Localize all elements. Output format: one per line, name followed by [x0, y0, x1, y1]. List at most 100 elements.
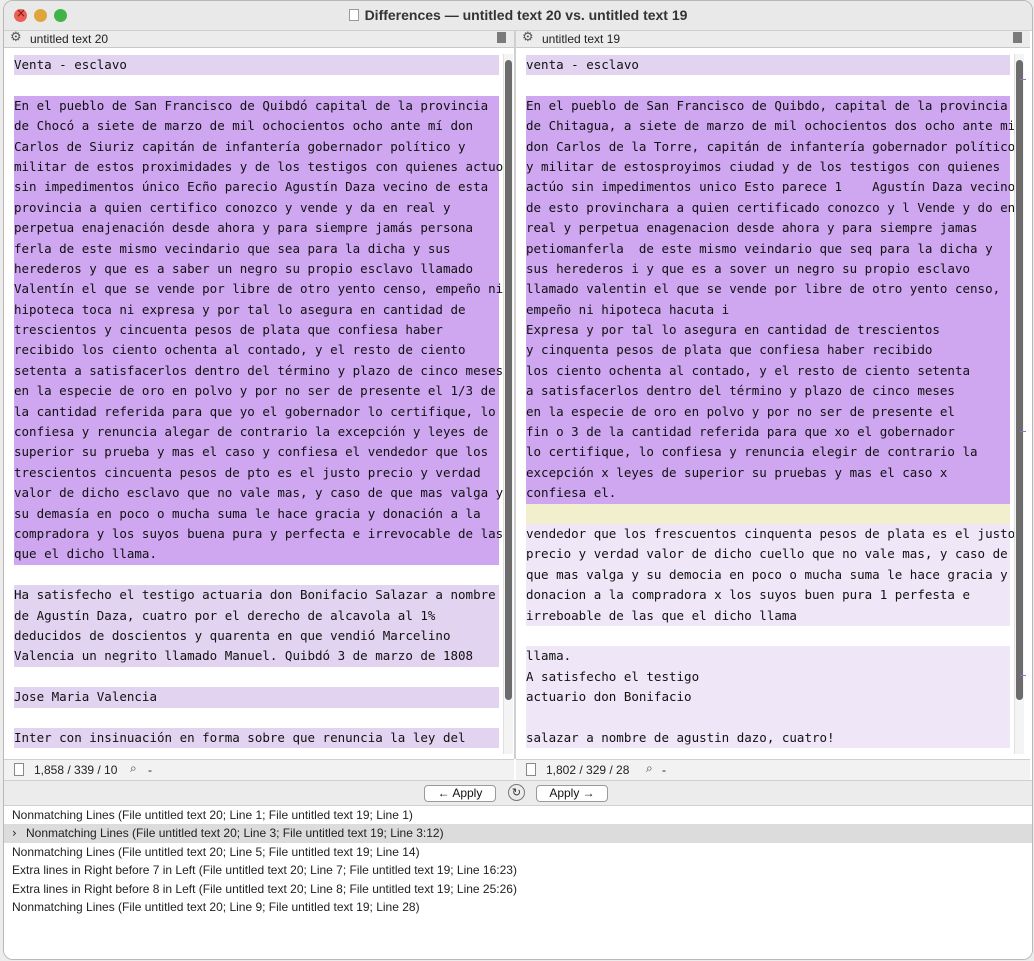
left-text-line[interactable]: Ha satisfecho el testigo actuaria don Bo…	[14, 585, 499, 606]
apply-left-button[interactable]: ← Apply	[424, 785, 496, 802]
left-text-line[interactable]: Carlos de Siuriz capitán de infantería g…	[14, 136, 499, 157]
left-text-line[interactable]: recibido los ciento ochenta al contado, …	[14, 340, 499, 361]
gear-icon[interactable]: ⚙	[10, 30, 22, 45]
diff-marker	[1020, 79, 1026, 80]
right-text-line[interactable]: a satisfacerlos dentro del término y pla…	[526, 381, 1010, 402]
left-text-line[interactable]: de Chocó a siete de marzo de mil ochocie…	[14, 116, 499, 137]
difference-row[interactable]: Nonmatching Lines (File untitled text 20…	[4, 843, 1032, 861]
left-text-line[interactable]: confiesa y renuncia alegar de contrario …	[14, 422, 499, 443]
left-text-line[interactable]: perpetua enajenación desde ahora y para …	[14, 218, 499, 239]
right-stats: 1,802 / 329 / 28	[546, 763, 630, 777]
right-text-line[interactable]: venta - esclavo	[526, 55, 1010, 76]
right-text-line[interactable]: llama.	[526, 646, 1010, 667]
left-text-line[interactable]: Valentín el que se vende por libre de ot…	[14, 279, 503, 300]
right-text-line[interactable]: llamado valentin el que se vende por lib…	[526, 279, 1010, 300]
right-scroll-thumb[interactable]	[1016, 60, 1023, 700]
left-text-line[interactable]: sin impedimentos único Eсño parecio Agus…	[14, 177, 499, 198]
search-icon[interactable]: ⌕	[646, 761, 653, 776]
left-text-line[interactable]: que el dicho llama.	[14, 544, 499, 565]
left-text-line[interactable]: superior su prueba y mas el caso y confi…	[14, 442, 499, 463]
right-text-line[interactable]: don Carlos de la Torre, capitán de infan…	[526, 136, 1015, 157]
right-text-line[interactable]: A satisfecho el testigo	[526, 666, 1010, 688]
left-text-line[interactable]: herederos y que es a saber un negro su p…	[14, 258, 499, 280]
left-text[interactable]: Venta - esclavo En el pueblo de San Franc…	[14, 55, 503, 749]
left-text-line[interactable]: Inter con insinuación en forma sobre que…	[14, 727, 499, 749]
right-text-line[interactable]: los ciento ochenta al contado, y el rest…	[526, 360, 1010, 382]
left-text-line[interactable]: su demasía en poco o mucha suma le hace …	[14, 503, 499, 524]
right-scrollbar[interactable]	[1014, 54, 1024, 754]
right-text-line[interactable]	[526, 626, 1010, 646]
right-text-line[interactable]: de Chitagua, a siete de marzo de mil och…	[526, 116, 1015, 137]
difference-label: Nonmatching Lines (File untitled text 20…	[12, 844, 420, 859]
difference-row[interactable]: Nonmatching Lines (File untitled text 20…	[4, 806, 1032, 824]
left-text-line[interactable]: Valencia un negrito llamado Manuel. Quib…	[14, 646, 499, 667]
differences-list[interactable]: Nonmatching Lines (File untitled text 20…	[4, 806, 1032, 959]
left-text-line[interactable]: valor de dicho esclavo que no vale mas, …	[14, 483, 503, 504]
left-text-line[interactable]: deducidos de doscientos y quarenta en qu…	[14, 625, 499, 647]
right-text-line[interactable]: que mas valga y su democia en poco o muc…	[526, 564, 1010, 586]
left-text-line[interactable]: de Agustín Daza, cuatro por el derecho d…	[14, 605, 499, 626]
difference-label: Nonmatching Lines (File untitled text 20…	[12, 808, 413, 822]
right-text-line[interactable]: sus herederos i y que es a sover un negr…	[526, 258, 1010, 280]
right-text-line[interactable]: actúo sin impedimentos unico Esto parece…	[526, 177, 1015, 198]
right-text-line[interactable]: confiesa el.	[526, 483, 1010, 504]
right-text-line[interactable]: Expresa y por tal lo asegura en cantidad…	[526, 320, 1010, 341]
right-text-line[interactable]	[526, 503, 1010, 524]
difference-row[interactable]: Nonmatching Lines (File untitled text 20…	[4, 898, 1032, 916]
right-text-line[interactable]: y cinquenta pesos de plata que confiesa …	[526, 340, 1010, 361]
difference-row[interactable]: Extra lines in Right before 8 in Left (F…	[4, 880, 1032, 898]
right-text-line[interactable]: actuario don Bonifacio	[526, 687, 1010, 708]
right-search-status: -	[662, 763, 666, 777]
difference-row[interactable]: › Nonmatching Lines (File untitled text 2…	[4, 824, 1032, 843]
right-text-line[interactable]: y militar de estosproyimos ciudad y de l…	[526, 156, 1010, 178]
left-text-line[interactable]: setenta a satisfacerlos dentro del térmi…	[14, 360, 503, 382]
right-text-line[interactable]: real y perpetua enagenacion desde ahora …	[526, 218, 1010, 239]
right-text-line[interactable]: salazar a nombre de agustin dazo, cuatro…	[526, 727, 1010, 749]
left-text-line[interactable]: hipoteca toca ni expresa y por tal lo as…	[14, 299, 499, 321]
left-text-pane[interactable]: Venta - esclavo En el pueblo de San Franc…	[4, 48, 515, 758]
right-file-name: untitled text 19	[542, 32, 621, 46]
right-text-line[interactable]: empeño ni hipoteca hacuta i	[526, 299, 1010, 321]
difference-row[interactable]: Extra lines in Right before 7 in Left (F…	[4, 861, 1032, 879]
left-text-line[interactable]: ferla de este mismo vecindario que sea p…	[14, 238, 499, 259]
left-text-line[interactable]: Venta - esclavo	[14, 55, 499, 76]
left-text-line[interactable]: militar de estos proximidades y de los t…	[14, 156, 503, 178]
left-text-line[interactable]	[14, 708, 499, 728]
right-text-line[interactable]: petiomanferla de este mismo veindario qu…	[526, 238, 1010, 259]
left-text-line[interactable]: trescientos cincuenta pesos de pto es el…	[14, 462, 499, 484]
right-text[interactable]: venta - esclavo En el pueblo de San Franc…	[526, 55, 1015, 749]
right-text-line[interactable]: En el pueblo de San Francisco de Quibdo,…	[526, 95, 1010, 117]
left-text-line[interactable]: Jose Maria Valencia	[14, 687, 499, 708]
right-text-line[interactable]: precio y verdad valor de dicho cuello qu…	[526, 544, 1010, 565]
diff-marker	[1020, 431, 1026, 432]
left-text-line[interactable]	[14, 75, 499, 95]
document-icon[interactable]	[497, 32, 506, 43]
gear-icon[interactable]: ⚙	[522, 30, 534, 45]
apply-right-button[interactable]: Apply →	[536, 785, 608, 802]
right-text-line[interactable]: en la especie de oro en polvo y por no s…	[526, 401, 1010, 423]
right-text-line[interactable]	[526, 707, 1010, 728]
right-text-line[interactable]: fin o 3 de la cantidad referida para que…	[526, 422, 1010, 443]
left-text-line[interactable]: trescientos y cincuenta pesos de plata q…	[14, 320, 499, 341]
refresh-icon[interactable]: ↻	[508, 784, 525, 801]
left-text-line[interactable]	[14, 565, 499, 585]
left-scrollbar[interactable]	[503, 54, 513, 754]
right-text-pane[interactable]: venta - esclavo En el pueblo de San Franc…	[516, 48, 1026, 758]
search-icon[interactable]: ⌕	[130, 761, 137, 776]
right-text-line[interactable]	[526, 75, 1010, 95]
right-text-line[interactable]: vendedor que los frescuentos cinquenta p…	[526, 523, 1015, 545]
document-icon[interactable]	[1013, 32, 1022, 43]
left-text-line[interactable]: la cantidad referida para que yo el gobe…	[14, 401, 499, 423]
left-scroll-thumb[interactable]	[505, 60, 512, 700]
right-text-line[interactable]: donacion a la compradora x los suyos bue…	[526, 585, 1010, 606]
right-text-line[interactable]: excepción x leyes de superior su pruebas…	[526, 462, 1010, 484]
left-text-line[interactable]: provincia a quien certifico conozco y ve…	[14, 197, 499, 219]
right-text-line[interactable]: de esto provinchara a quien certificado …	[526, 197, 1015, 219]
difference-label: Extra lines in Right before 7 in Left (F…	[12, 863, 517, 878]
left-text-line[interactable]: compradora y los suyos buena pura y perf…	[14, 523, 503, 545]
left-text-line[interactable]	[14, 667, 499, 687]
right-text-line[interactable]: irreboable de las que el dicho llama	[526, 605, 1010, 626]
left-text-line[interactable]: en la especie de oro en polvo y por no s…	[14, 381, 499, 402]
right-text-line[interactable]: lo certifique, lo confiesa y renuncia el…	[526, 442, 1010, 463]
left-text-line[interactable]: En el pueblo de San Francisco de Quibdó …	[14, 95, 499, 117]
